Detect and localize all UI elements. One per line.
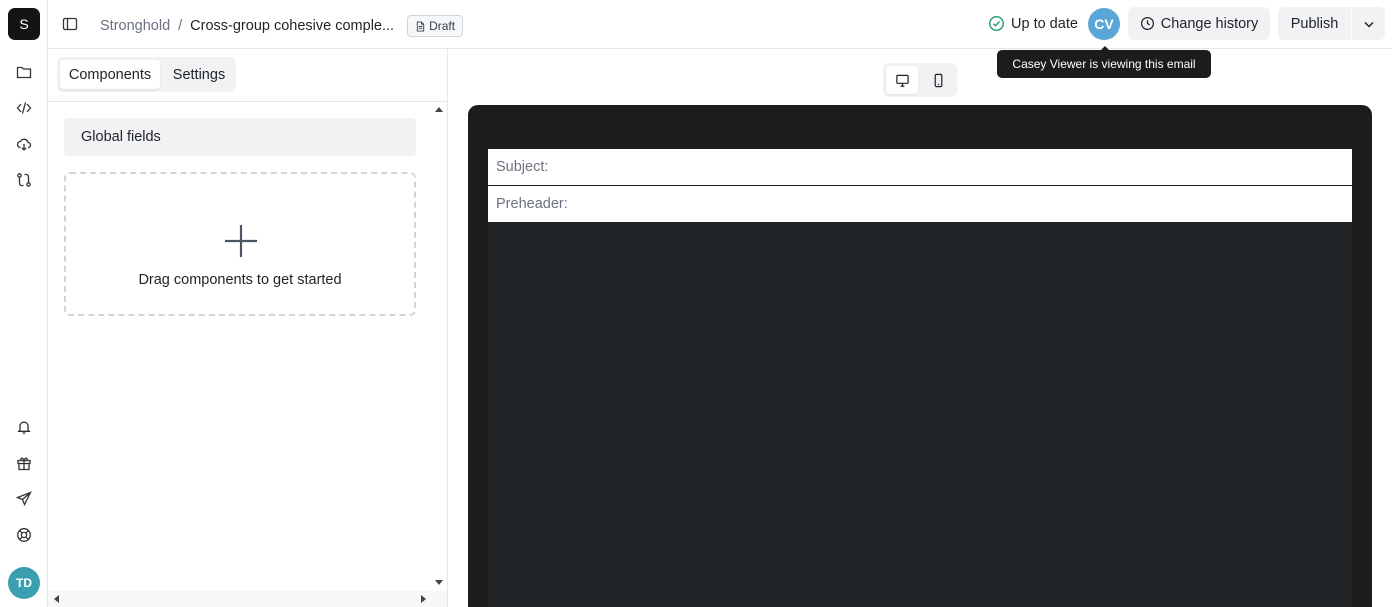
breadcrumb-separator: /: [178, 18, 183, 34]
folder-icon[interactable]: [12, 60, 36, 84]
gift-icon[interactable]: [12, 451, 36, 475]
draft-badge: Draft: [407, 15, 464, 37]
desktop-view-button[interactable]: [886, 66, 918, 94]
component-dropzone[interactable]: Drag components to get started: [64, 172, 416, 316]
viewer-avatar[interactable]: CV: [1088, 8, 1120, 40]
document-icon: [416, 20, 425, 32]
breadcrumb-current[interactable]: Cross-group cohesive comple...: [190, 18, 394, 34]
tab-components[interactable]: Components: [60, 60, 160, 89]
sidebar-toggle-icon[interactable]: [60, 14, 80, 34]
breadcrumb-root[interactable]: Stronghold: [100, 18, 170, 34]
mobile-view-button[interactable]: [922, 66, 954, 94]
send-icon[interactable]: [12, 487, 36, 511]
subject-label: Subject:: [496, 159, 549, 175]
scroll-left-arrow[interactable]: [52, 594, 62, 604]
app-rail: S TD: [0, 0, 48, 607]
dropzone-text: Drag components to get started: [138, 272, 342, 288]
publish-options-button[interactable]: [1352, 7, 1385, 40]
device-toggle: [883, 63, 957, 97]
email-canvas[interactable]: [488, 222, 1352, 607]
draft-badge-label: Draft: [429, 19, 456, 33]
subject-field[interactable]: Subject:: [488, 149, 1352, 186]
chevron-down-icon: [1363, 21, 1374, 28]
cloud-download-icon[interactable]: [12, 132, 36, 156]
breadcrumb: Stronghold / Cross-group cohesive comple…: [100, 15, 464, 37]
scroll-down-arrow[interactable]: [433, 576, 445, 588]
publish-button[interactable]: Publish: [1278, 7, 1351, 40]
check-circle-icon: [988, 15, 1005, 32]
scroll-right-arrow[interactable]: [418, 594, 428, 604]
mobile-icon: [934, 73, 942, 87]
components-panel: Components Settings Global fields Drag c…: [48, 49, 448, 607]
panel-divider: [48, 101, 447, 102]
route-icon[interactable]: [12, 168, 36, 192]
top-bar: Stronghold / Cross-group cohesive comple…: [48, 0, 1392, 49]
save-status-label: Up to date: [1011, 15, 1078, 32]
preview-frame: Subject: Preheader:: [468, 105, 1372, 607]
user-avatar[interactable]: TD: [8, 567, 40, 599]
save-status: Up to date: [988, 15, 1078, 32]
help-buoy-icon[interactable]: [12, 523, 36, 547]
bell-icon[interactable]: [12, 415, 36, 439]
desktop-icon: [895, 74, 909, 87]
clock-icon: [1140, 16, 1154, 31]
panel-tabs: Components Settings: [57, 57, 236, 92]
preheader-field[interactable]: Preheader:: [488, 186, 1352, 223]
change-history-button[interactable]: Change history: [1128, 7, 1270, 40]
code-icon[interactable]: [12, 96, 36, 120]
preheader-label: Preheader:: [496, 196, 568, 212]
global-fields-item[interactable]: Global fields: [64, 118, 416, 156]
email-preview: Subject: Preheader:: [449, 49, 1392, 607]
horizontal-scrollbar[interactable]: [48, 591, 447, 607]
tab-settings[interactable]: Settings: [165, 60, 233, 89]
workspace-logo[interactable]: S: [8, 8, 40, 40]
scroll-up-arrow[interactable]: [433, 104, 445, 116]
change-history-label: Change history: [1160, 15, 1259, 32]
plus-icon: [225, 225, 257, 257]
viewer-tooltip: Casey Viewer is viewing this email: [997, 46, 1211, 78]
